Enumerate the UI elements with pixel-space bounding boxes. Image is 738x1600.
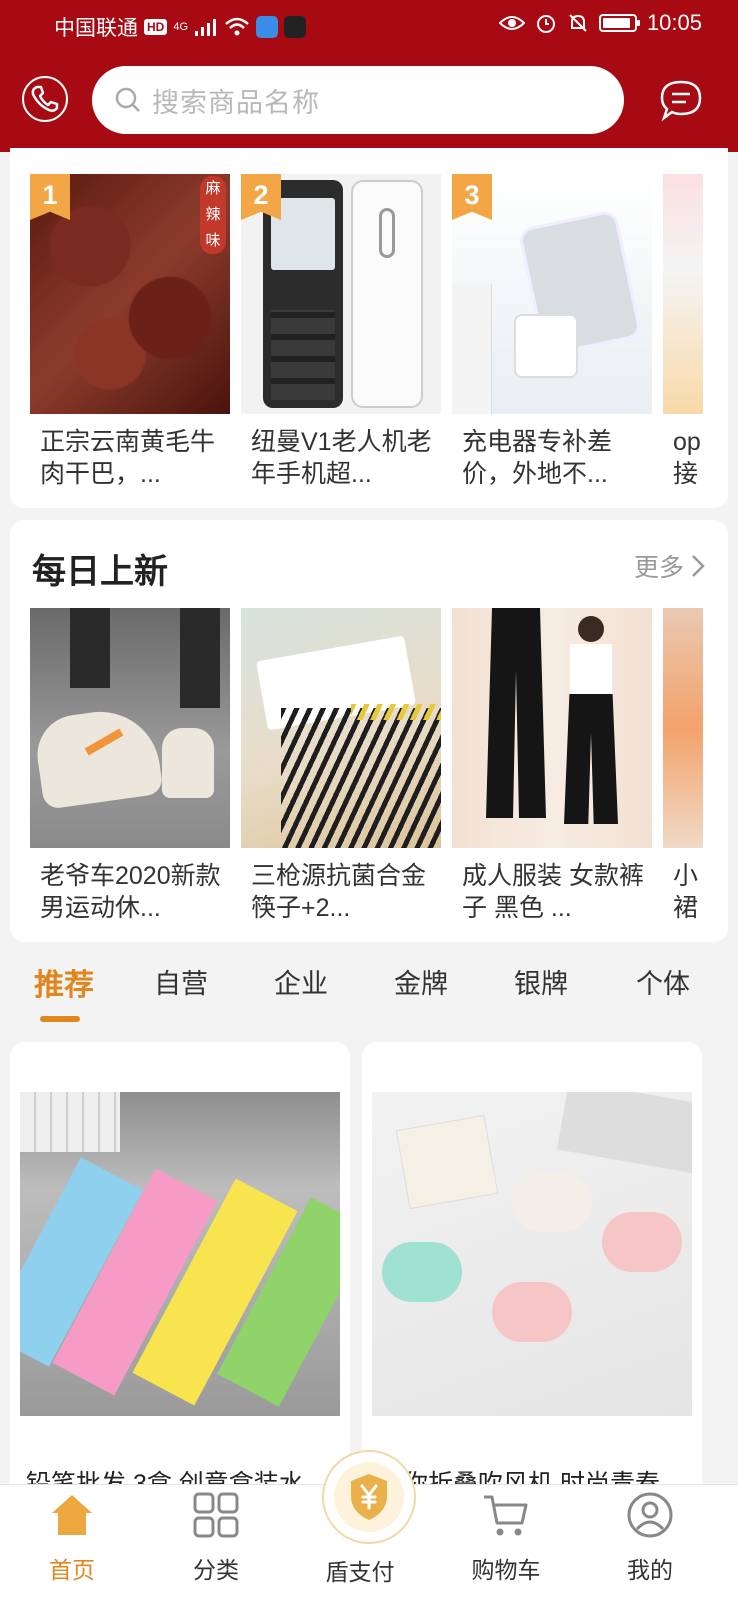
category-tabs: 推荐 自营 企业 金牌 银牌 个体 — [0, 962, 738, 1026]
tab-recommend[interactable]: 推荐 — [34, 960, 94, 1004]
home-icon — [52, 1495, 92, 1535]
chopsticks-image — [241, 608, 441, 848]
daily-item[interactable]: 小 裙 — [663, 608, 703, 924]
tab-enterprise[interactable]: 企业 — [274, 962, 328, 1001]
product-title: op 接 — [673, 428, 701, 488]
tab-individual[interactable]: 个体 — [636, 962, 690, 1001]
hair-dryer-image — [372, 1092, 692, 1416]
product-title: 充电器专补差价，外地不... — [462, 428, 613, 488]
search-input[interactable]: 搜索商品名称 — [92, 66, 624, 134]
status-bar: 中国联通 HD 4G 10:05 — [0, 0, 738, 52]
daily-item[interactable]: 成人服装 女款裤子 黑色 ... — [452, 608, 652, 924]
ranking-item[interactable]: 麻辣味 1 正宗云南黄毛牛肉干巴，... — [30, 174, 230, 490]
battery-icon — [598, 14, 640, 32]
ranking-item[interactable]: 2 纽曼V1老人机老年手机超... — [241, 174, 441, 490]
shield-yuan-icon — [351, 1474, 387, 1520]
tab-self-operated[interactable]: 自营 — [154, 962, 208, 1001]
ranking-item[interactable]: op 接 — [663, 174, 703, 490]
message-button[interactable] — [658, 78, 704, 124]
active-tab-indicator — [40, 1016, 80, 1022]
nav-home[interactable]: 首页 — [22, 1485, 122, 1600]
nav-label: 我的 — [627, 1557, 673, 1583]
mute-icon — [569, 14, 587, 32]
sneaker-image — [30, 608, 230, 848]
nav-cart[interactable]: 购物车 — [456, 1485, 556, 1600]
signal-icon — [195, 19, 217, 36]
app-notification-icon — [256, 16, 279, 38]
alarm-icon — [536, 15, 555, 33]
wifi-icon — [225, 17, 249, 36]
feed-item[interactable]: 铅笔批发 3盒 创意盒装水 — [10, 1042, 350, 1512]
section-title: 每日上新 — [32, 553, 168, 591]
daily-new-section: 每日上新 更多 老爷车2020新款男运动休... 三枪源抗菌合金筷子+2... … — [10, 520, 728, 942]
pants-image — [452, 608, 652, 848]
product-title: 老爷车2020新款男运动休... — [40, 862, 221, 922]
product-title: 三枪源抗菌合金筷子+2... — [251, 862, 427, 922]
nav-label: 分类 — [193, 1557, 239, 1583]
nav-label: 首页 — [49, 1557, 95, 1583]
grid-icon — [193, 1492, 239, 1538]
search-icon — [115, 87, 140, 112]
nav-label: 盾支付 — [325, 1559, 395, 1585]
network-type: 4G — [173, 21, 189, 33]
nav-mine[interactable]: 我的 — [600, 1485, 700, 1600]
chevron-right-icon — [692, 555, 705, 577]
ranking-section: 麻辣味 1 正宗云南黄毛牛肉干巴，... 2 纽曼V1老人机老年手机超... 3… — [10, 148, 728, 508]
shield-pay-background — [334, 1462, 404, 1532]
top-header: 中国联通 HD 4G 10:05 搜索商品名称 — [0, 0, 738, 152]
phone-icon — [31, 85, 59, 112]
tab-gold[interactable]: 金牌 — [394, 962, 448, 1001]
hd-badge: HD — [144, 19, 168, 35]
product-image — [663, 174, 703, 414]
more-label: 更多 — [633, 554, 684, 582]
daily-item[interactable]: 老爷车2020新款男运动休... — [30, 608, 230, 924]
ranking-item[interactable]: 3 充电器专补差价，外地不... — [452, 174, 652, 490]
nav-label: 购物车 — [471, 1557, 541, 1583]
search-placeholder: 搜索商品名称 — [152, 87, 320, 118]
nav-category[interactable]: 分类 — [166, 1485, 266, 1600]
phone-button[interactable] — [22, 76, 68, 122]
dress-image — [663, 608, 703, 848]
clock: 10:05 — [646, 10, 702, 35]
product-title: 成人服装 女款裤子 黑色 ... — [462, 862, 644, 922]
carrier-name: 中国联通 — [54, 17, 138, 40]
shield-pay-button[interactable] — [322, 1450, 416, 1544]
daily-item[interactable]: 三枪源抗菌合金筷子+2... — [241, 608, 441, 924]
tiktok-icon — [284, 16, 307, 38]
user-icon — [627, 1492, 673, 1538]
message-icon — [660, 80, 702, 122]
pencils-image — [20, 1092, 340, 1416]
more-link[interactable]: 更多 — [634, 548, 706, 584]
feed-item[interactable]: 迷你折叠吹风机 时尚青春 — [362, 1042, 702, 1512]
tab-silver[interactable]: 银牌 — [514, 962, 568, 1001]
product-title: 纽曼V1老人机老年手机超... — [251, 428, 432, 488]
battery-level — [602, 18, 630, 28]
cart-icon — [484, 1495, 528, 1536]
eye-icon — [498, 16, 525, 30]
product-title: 正宗云南黄毛牛肉干巴，... — [40, 428, 216, 488]
product-title: 小 裙 — [673, 862, 699, 922]
